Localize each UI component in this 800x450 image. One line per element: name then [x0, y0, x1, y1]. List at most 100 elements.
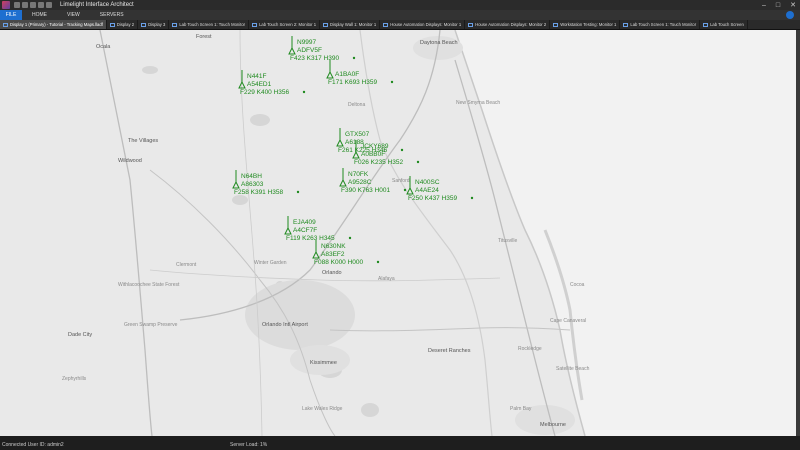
map-place-label: Deseret Ranches [428, 348, 471, 354]
server-load: Server Load: 1% [230, 442, 268, 448]
ribbon-tab-servers[interactable]: SERVERS [90, 10, 134, 20]
aircraft-icon[interactable] [288, 46, 296, 55]
aircraft-icon[interactable] [238, 80, 246, 89]
track-end-dot [348, 236, 352, 240]
close-button[interactable]: ✕ [790, 1, 796, 9]
aircraft-track[interactable]: N441FA54ED1F229 K400 H356 [238, 70, 306, 96]
map-place-label: Rockledge [518, 346, 542, 352]
display-tab-label: Display Wall 1: Monitor 1 [330, 22, 377, 27]
map-place-label: Alafaya [378, 276, 395, 282]
display-tab-label: Display 3 [148, 22, 166, 27]
map-place-label: Green Swamp Preserve [124, 322, 178, 328]
display-tab[interactable]: Display 3 [138, 20, 170, 29]
ribbon-tab-view[interactable]: VIEW [57, 10, 90, 20]
aircraft-icon[interactable] [326, 70, 334, 79]
display-tabs: Display 1 (Primary) - Tutorial - Trackin… [0, 20, 800, 30]
display-tab[interactable]: Lab Touch Screen [700, 20, 748, 29]
monitor-icon [3, 22, 8, 27]
display-tab[interactable]: Workstation Testing: Monitor 1 [550, 20, 621, 29]
monitor-icon [703, 22, 709, 27]
display-tab[interactable]: Lab Touch Screen 1: Touch Monitor [620, 20, 701, 29]
map-place-label: Kissimmee [310, 360, 337, 366]
aircraft-icon[interactable] [336, 138, 344, 147]
display-tab-label: Display 2 [116, 22, 135, 27]
vertical-scrollbar[interactable] [796, 30, 800, 436]
track-callsign: JCKY689 [361, 143, 389, 150]
monitor-icon [141, 22, 147, 27]
ribbon-tab-home[interactable]: HOME [22, 10, 57, 20]
track-hex-code: A86303 [241, 181, 264, 188]
title-bar: Limelight Interface Architect – □ ✕ [0, 0, 800, 10]
minimize-button[interactable]: – [762, 2, 766, 9]
map-place-label: Palm Bay [510, 406, 532, 412]
track-flight-info: F423 K317 H390 [290, 55, 340, 62]
track-flight-info: F171 K693 H359 [328, 79, 378, 86]
map-canvas[interactable]: Forest Ocala Daytona Beach New Smyrna Beach… [0, 30, 800, 436]
track-end-dot [470, 196, 474, 200]
monitor-icon [323, 22, 329, 27]
aircraft-icon[interactable] [284, 226, 292, 235]
help-icon[interactable] [786, 11, 794, 19]
track-flight-info: F088 K000 H000 [314, 259, 364, 266]
undo-icon[interactable] [38, 2, 44, 8]
window-title: Limelight Interface Architect [60, 2, 134, 8]
display-tab[interactable]: Lab Touch Screen 2: Monitor 1 [249, 20, 321, 29]
save-icon[interactable] [30, 2, 36, 8]
lake [361, 403, 379, 417]
aircraft-icon[interactable] [232, 180, 240, 189]
monitor-icon [383, 22, 389, 27]
display-tab-label: Lab Touch Screen 1: Touch Monitor [179, 22, 246, 27]
map-view[interactable]: Forest Ocala Daytona Beach New Smyrna Beach… [0, 30, 800, 436]
aircraft-icon[interactable] [406, 186, 414, 195]
aircraft-icon[interactable] [312, 250, 320, 259]
quick-access-toolbar [14, 2, 52, 8]
monitor-icon [109, 22, 115, 27]
map-place-label: New Smyrna Beach [456, 100, 500, 106]
aircraft-track[interactable]: EJA409A4CF7FF119 K263 H345 [284, 216, 352, 242]
track-hex-code: A4CF7F [293, 227, 317, 234]
track-end-dot [302, 90, 306, 94]
map-place-label: Clermont [176, 262, 197, 268]
road-i4 [179, 30, 441, 321]
open-file-icon[interactable] [22, 2, 28, 8]
aircraft-track[interactable]: A1BA0FF171 K693 H359 [326, 60, 394, 86]
aircraft-track[interactable]: N400SCA4AE24F250 K437 H359 [406, 176, 474, 202]
map-place-label: Withlacoochee State Forest [118, 282, 180, 288]
aircraft-icon[interactable] [339, 178, 347, 187]
map-place-label: Forest [196, 34, 212, 40]
track-flight-info: F390 K763 H001 [341, 187, 391, 194]
track-end-dot [296, 190, 300, 194]
track-hex-code: A9528C [348, 179, 372, 186]
map-place-label: Orlando [322, 270, 342, 276]
maximize-button[interactable]: □ [776, 2, 780, 9]
display-tab[interactable]: Display 1 (Primary) - Tutorial - Trackin… [0, 20, 107, 29]
ribbon-tab-file[interactable]: FILE [0, 10, 22, 20]
track-callsign: GTX507 [345, 131, 370, 138]
status-bar: Connected User ID: admin2 Server Load: 1… [0, 436, 800, 450]
display-tab[interactable]: Lab Touch Screen 1: Touch Monitor [169, 20, 250, 29]
lake [142, 66, 158, 74]
track-callsign: N400SC [415, 179, 440, 186]
new-file-icon[interactable] [14, 2, 20, 8]
track-end-dot [390, 80, 394, 84]
map-place-label: Cocoa [570, 282, 585, 288]
display-tab[interactable]: Display 2 [107, 20, 139, 29]
track-hex-code: A83EF2 [321, 251, 345, 258]
monitor-icon [468, 22, 474, 27]
map-place-label: Deltona [348, 102, 365, 108]
redo-icon[interactable] [46, 2, 52, 8]
map-place-label: Dade City [68, 332, 92, 338]
track-flight-info: F119 K263 H345 [286, 235, 335, 242]
monitor-icon [172, 22, 178, 27]
track-hex-code: ADFV5F [297, 47, 322, 54]
aircraft-track[interactable]: N630NKA83EF2F088 K000 H000 [312, 240, 380, 266]
display-tab-label: Lab Touch Screen 2: Monitor 1 [259, 22, 317, 27]
map-place-label: The Villages [128, 138, 158, 144]
display-tab[interactable]: House Automation Displays: Monitor 1 [380, 20, 466, 29]
map-place-label: Daytona Beach [420, 40, 458, 46]
display-tab[interactable]: Display Wall 1: Monitor 1 [320, 20, 381, 29]
display-tab[interactable]: House Automation Displays: Monitor 2 [465, 20, 551, 29]
map-place-label: Satellite Beach [556, 366, 590, 372]
aircraft-track[interactable]: N9997ADFV5FF423 K317 H390 [288, 36, 356, 62]
aircraft-track[interactable]: N64BHA86303F258 K391 H358 [232, 170, 300, 196]
